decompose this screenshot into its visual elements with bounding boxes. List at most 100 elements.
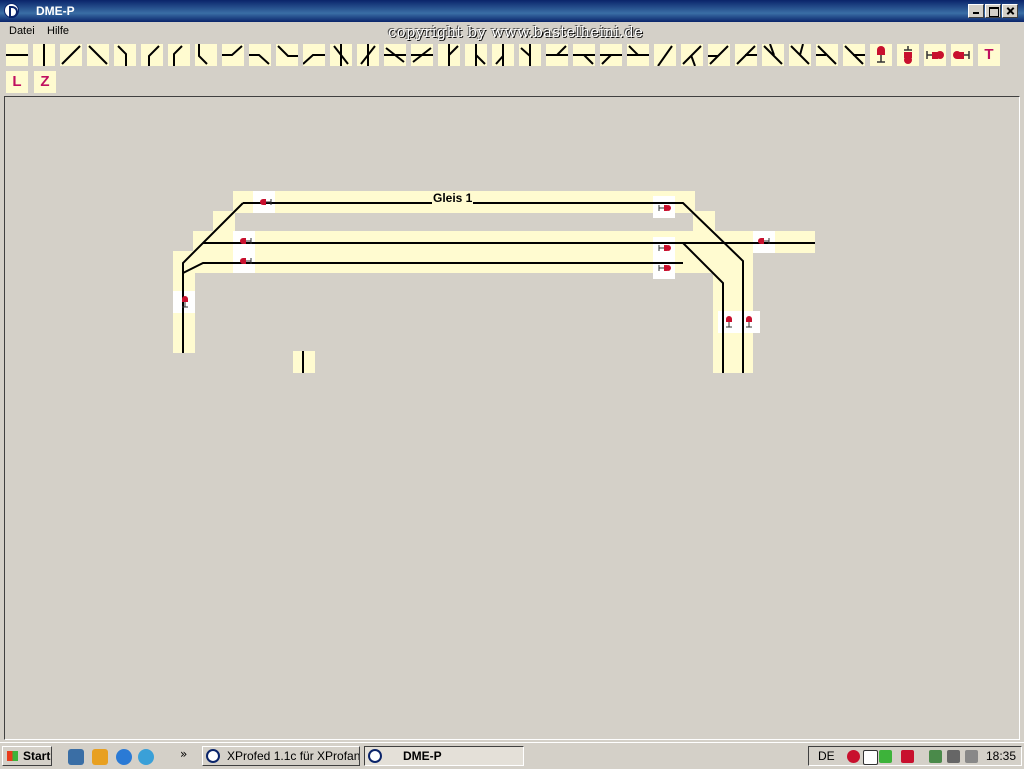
maximize-button[interactable] bbox=[985, 4, 1001, 18]
security-icon[interactable] bbox=[847, 750, 860, 763]
track-piece-icon bbox=[790, 44, 810, 65]
tool-track-31[interactable] bbox=[816, 44, 838, 66]
track-piece-icon bbox=[546, 45, 568, 56]
tool-track-22[interactable] bbox=[573, 44, 595, 66]
track-layout[interactable] bbox=[5, 97, 1020, 740]
tool-track-24[interactable] bbox=[627, 44, 649, 66]
track-piece-icon bbox=[173, 45, 183, 66]
system-tray: DE 18:35 bbox=[808, 746, 1022, 766]
track-piece-icon bbox=[43, 44, 45, 66]
tool-track-7[interactable] bbox=[168, 44, 190, 66]
signal-icon bbox=[953, 51, 970, 59]
minimize-button[interactable] bbox=[968, 4, 984, 18]
window-title: DME-P bbox=[36, 4, 75, 18]
track-piece-icon bbox=[627, 45, 649, 56]
track-piece-icon bbox=[333, 44, 349, 66]
volume-muted-icon[interactable] bbox=[965, 750, 978, 763]
tool-track-8[interactable] bbox=[195, 44, 217, 66]
track-piece-icon bbox=[657, 45, 673, 66]
tool-track-18[interactable] bbox=[465, 44, 487, 66]
tool-track-25[interactable] bbox=[654, 44, 676, 66]
tool-text-z[interactable]: Z bbox=[34, 71, 56, 93]
tool-track-2[interactable] bbox=[33, 44, 55, 66]
media-player-icon[interactable] bbox=[92, 749, 108, 765]
track-piece-icon bbox=[520, 44, 531, 66]
track-piece-icon bbox=[736, 45, 757, 65]
track-piece-icon bbox=[277, 45, 298, 57]
tool-signal-4[interactable] bbox=[951, 44, 973, 66]
tool-track-15[interactable] bbox=[384, 44, 406, 66]
browser-icon[interactable] bbox=[116, 749, 132, 765]
tool-track-23[interactable] bbox=[600, 44, 622, 66]
language-indicator[interactable]: DE bbox=[818, 749, 835, 763]
tool-track-14[interactable] bbox=[357, 44, 379, 66]
shield-icon[interactable] bbox=[879, 750, 892, 763]
track-piece-icon bbox=[682, 45, 702, 66]
track-piece-icon bbox=[61, 45, 81, 65]
copyright-text: copyright by www.bastelheini.de bbox=[388, 23, 644, 41]
clock[interactable]: 18:35 bbox=[986, 749, 1016, 763]
track-piece-icon bbox=[303, 54, 325, 65]
menu-datei[interactable]: Datei bbox=[9, 25, 35, 37]
layout-canvas[interactable]: Gleis 1 bbox=[4, 96, 1020, 740]
tool-track-11[interactable] bbox=[276, 44, 298, 66]
signal-icon bbox=[904, 46, 912, 64]
tool-track-4[interactable] bbox=[87, 44, 109, 66]
start-button[interactable]: Start bbox=[2, 746, 52, 766]
tool-track-27[interactable] bbox=[708, 44, 730, 66]
tool-track-21[interactable] bbox=[546, 44, 568, 66]
track-piece-icon bbox=[88, 45, 108, 65]
tool-track-1[interactable] bbox=[6, 44, 28, 66]
track-piece-icon bbox=[249, 54, 270, 65]
tool-track-16[interactable] bbox=[411, 44, 433, 66]
track-piece-icon bbox=[198, 44, 208, 65]
close-button[interactable] bbox=[1002, 4, 1018, 18]
tool-track-5[interactable] bbox=[114, 44, 136, 66]
track-piece-icon bbox=[763, 44, 783, 65]
show-desktop-icon[interactable] bbox=[68, 749, 84, 765]
tool-text-t[interactable]: T bbox=[978, 44, 1000, 66]
tool-track-20[interactable] bbox=[519, 44, 541, 66]
tool-track-3[interactable] bbox=[60, 44, 82, 66]
tool-signal-2[interactable] bbox=[897, 44, 919, 66]
app-icon bbox=[368, 749, 382, 763]
chevron-right-icon[interactable]: » bbox=[180, 747, 187, 761]
title-bar: DME-P bbox=[0, 0, 1024, 22]
tool-track-26[interactable] bbox=[681, 44, 703, 66]
tool-signal-1[interactable] bbox=[870, 44, 892, 66]
tool-track-9[interactable] bbox=[222, 44, 244, 66]
tool-track-17[interactable] bbox=[438, 44, 460, 66]
track-piece-icon bbox=[844, 45, 865, 65]
tool-track-30[interactable] bbox=[789, 44, 811, 66]
task-dme-p[interactable]: DME-P bbox=[364, 746, 524, 766]
z-icon[interactable] bbox=[863, 750, 878, 765]
tool-text-l[interactable]: L bbox=[6, 71, 28, 93]
windows-logo-icon bbox=[7, 751, 18, 761]
track-piece-icon bbox=[573, 54, 595, 65]
tool-track-28[interactable] bbox=[735, 44, 757, 66]
tool-track-19[interactable] bbox=[492, 44, 514, 66]
tool-track-12[interactable] bbox=[303, 44, 325, 66]
tool-signal-3[interactable] bbox=[924, 44, 946, 66]
menu-hilfe[interactable]: Hilfe bbox=[47, 25, 69, 37]
tool-track-29[interactable] bbox=[762, 44, 784, 66]
track-piece-icon bbox=[6, 54, 28, 56]
app-icon[interactable] bbox=[4, 3, 19, 18]
tool-track-10[interactable] bbox=[249, 44, 271, 66]
track-piece-icon bbox=[495, 44, 504, 66]
track-toolbar: T L Z bbox=[0, 42, 1024, 96]
tool-track-13[interactable] bbox=[330, 44, 352, 66]
signal-icon bbox=[877, 46, 885, 63]
network-icon[interactable] bbox=[138, 749, 154, 765]
track-piece-icon bbox=[384, 47, 406, 63]
track-piece-icon bbox=[222, 45, 243, 56]
pdf-icon[interactable] bbox=[901, 750, 914, 763]
network-icon[interactable] bbox=[947, 750, 960, 763]
task-xprofed[interactable]: XProfed 1.1c für XProfan... bbox=[202, 746, 360, 766]
track-piece-icon bbox=[448, 44, 459, 66]
tool-track-6[interactable] bbox=[141, 44, 163, 66]
track-label[interactable]: Gleis 1 bbox=[432, 191, 474, 205]
track-piece-icon bbox=[117, 45, 127, 66]
tool-track-32[interactable] bbox=[843, 44, 865, 66]
device-icon[interactable] bbox=[929, 750, 942, 763]
